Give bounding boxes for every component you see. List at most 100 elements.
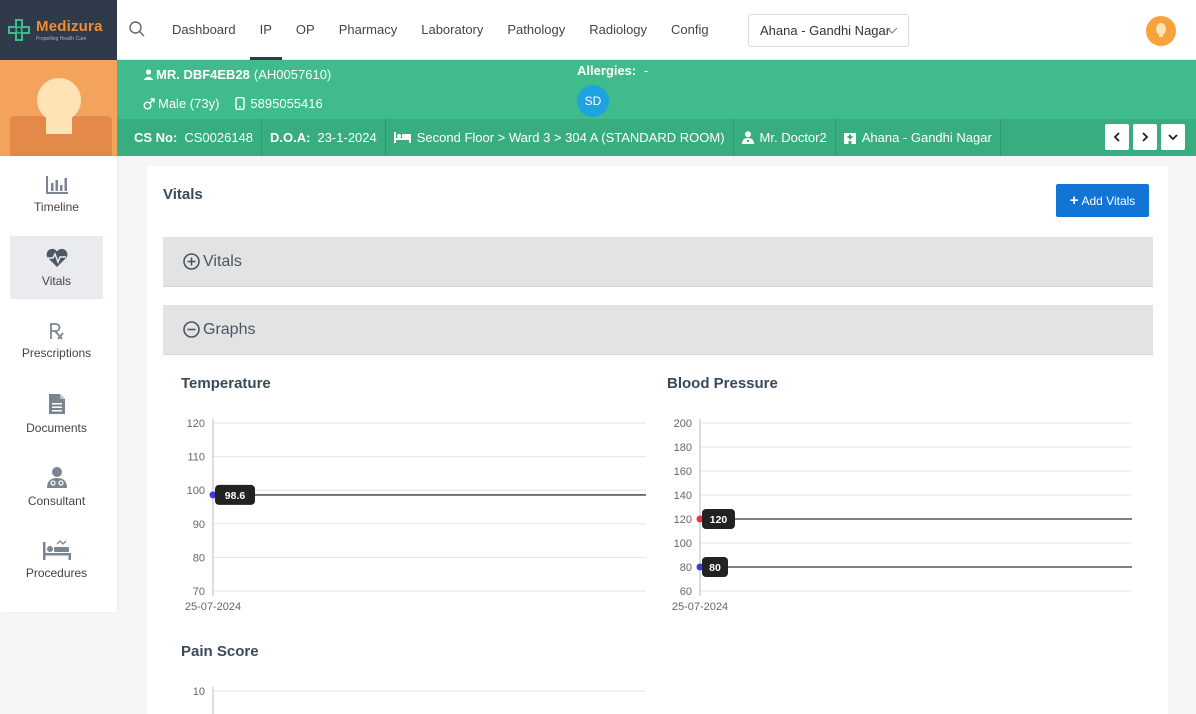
page-title: Vitals xyxy=(163,186,203,203)
add-vitals-button[interactable]: + Add Vitals xyxy=(1056,184,1149,217)
room-info: Second Floor > Ward 3 > 304 A (STANDARD … xyxy=(386,119,734,156)
nav-ip[interactable]: IP xyxy=(249,0,283,60)
chevron-left-icon xyxy=(1113,132,1120,142)
y-tick-label: 70 xyxy=(193,586,205,598)
patient-name-row: MR. DBF4EB28 (AH0057610) xyxy=(143,67,331,82)
x-tick-label: 25-07-2024 xyxy=(672,601,728,613)
plus-circle-icon xyxy=(183,253,200,270)
prev-patient-button[interactable] xyxy=(1105,124,1129,150)
sidebar-item-label: Vitals xyxy=(41,273,72,288)
y-tick-label: 90 xyxy=(193,519,205,531)
plus-icon: + xyxy=(1069,192,1079,209)
chevron-down-icon xyxy=(886,27,898,34)
sidebar-item-vitals[interactable]: Vitals xyxy=(10,236,103,299)
patient-banner: MR. DBF4EB28 (AH0057610) Male (73y) 5895… xyxy=(0,60,1196,156)
sidebar-item-label: Documents xyxy=(26,420,87,435)
patient-photo xyxy=(0,60,117,156)
chevron-right-icon xyxy=(1142,132,1149,142)
heartbeat-icon xyxy=(46,248,67,267)
add-vitals-label: Add Vitals xyxy=(1081,193,1136,208)
y-tick-label: 110 xyxy=(187,452,205,464)
doa: D.O.A: 23-1-2024 xyxy=(262,119,386,156)
room-value: Second Floor > Ward 3 > 304 A (STANDARD … xyxy=(416,130,725,145)
y-tick-label: 120 xyxy=(674,514,692,526)
patient-info-row: Male (73y) 5895055416 xyxy=(143,96,327,111)
y-tick-label: 200 xyxy=(674,418,692,430)
hospital-info: Ahana - Gandhi Nagar xyxy=(836,119,1001,156)
bar-chart-icon xyxy=(45,175,68,194)
nav-radiology[interactable]: Radiology xyxy=(579,0,657,60)
cs-no: CS No: CS0026148 xyxy=(117,119,263,156)
user-avatar[interactable] xyxy=(1146,16,1176,46)
logo-cross-icon xyxy=(8,19,30,41)
accordion-title: Vitals xyxy=(203,252,242,270)
y-tick-label: 80 xyxy=(193,552,205,564)
sidebar-item-label: Prescriptions xyxy=(21,345,92,360)
temperature-chart-title: Temperature xyxy=(181,375,271,392)
sidebar-item-timeline[interactable]: Timeline xyxy=(10,163,103,226)
nav-pathology[interactable]: Pathology xyxy=(497,0,575,60)
patient-gender-age: Male (73y) xyxy=(158,96,220,111)
y-tick-label: 100 xyxy=(674,538,692,550)
next-patient-button[interactable] xyxy=(1133,124,1157,150)
y-tick-label: 60 xyxy=(680,586,692,598)
patient-menu-button[interactable] xyxy=(1161,124,1185,150)
vitals-accordion[interactable]: Vitals xyxy=(163,237,1153,287)
sidebar-item-consultant[interactable]: Consultant xyxy=(10,455,103,518)
y-tick-label: 160 xyxy=(674,466,692,478)
sidebar-item-documents[interactable]: Documents xyxy=(10,382,103,445)
nav-op[interactable]: OP xyxy=(286,0,325,60)
accordion-title: Graphs xyxy=(203,320,256,338)
prescription-icon xyxy=(49,322,64,340)
patient-sidebar: Timeline Vitals Prescriptions Documents xyxy=(0,156,117,612)
nav-pharmacy[interactable]: Pharmacy xyxy=(329,0,408,60)
bed-icon xyxy=(393,132,411,143)
doctor-icon xyxy=(741,131,754,144)
y-tick-label: 180 xyxy=(674,442,692,454)
allergies-value: - xyxy=(643,63,649,78)
search-icon[interactable] xyxy=(128,20,146,38)
doctor-initials-badge[interactable]: SD xyxy=(577,85,609,117)
app-tagline: Propelling Health Care xyxy=(36,36,87,42)
doctor-info: Mr. Doctor2 xyxy=(734,119,836,156)
data-label: 120 xyxy=(710,514,728,526)
data-label: 98.6 xyxy=(225,490,246,502)
graphs-accordion[interactable]: Graphs xyxy=(163,305,1153,355)
y-tick-label: 100 xyxy=(187,485,205,497)
pain-score-chart: 10 xyxy=(193,686,646,714)
sidebar-item-label: Procedures xyxy=(25,565,88,580)
x-tick-label: 25-07-2024 xyxy=(185,601,241,613)
sidebar-item-label: Timeline xyxy=(34,199,79,214)
app-logo[interactable]: Medizura Propelling Health Care xyxy=(0,0,117,60)
y-tick-label: 120 xyxy=(187,418,205,430)
procedure-bed-icon xyxy=(42,539,71,560)
allergies: Allergies: - xyxy=(577,63,648,78)
phone-icon xyxy=(235,97,246,110)
data-label: 80 xyxy=(709,562,721,574)
doa-label: D.O.A: xyxy=(270,130,311,145)
main-nav: Dashboard IP OP Pharmacy Laboratory Path… xyxy=(160,0,721,60)
patient-name: MR. DBF4EB28 xyxy=(156,67,250,82)
patient-phone: 5895055416 xyxy=(250,96,323,111)
nav-laboratory[interactable]: Laboratory xyxy=(411,0,493,60)
document-icon xyxy=(48,393,65,414)
top-navbar: Medizura Propelling Health Care Dashboar… xyxy=(0,0,1196,60)
admission-info-bar: CS No: CS0026148 D.O.A: 23-1-2024 Second… xyxy=(117,119,1196,156)
nav-config[interactable]: Config xyxy=(661,0,719,60)
doctor-value: Mr. Doctor2 xyxy=(759,130,827,145)
allergies-label: Allergies: xyxy=(577,63,637,78)
nav-dashboard[interactable]: Dashboard xyxy=(162,0,246,60)
y-tick-label: 80 xyxy=(680,562,692,574)
pain-chart-title: Pain Score xyxy=(181,643,259,660)
bp-chart-title: Blood Pressure xyxy=(667,375,778,392)
minus-circle-icon xyxy=(183,321,200,338)
sidebar-item-procedures[interactable]: Procedures xyxy=(10,528,103,591)
branch-select[interactable]: Ahana - Gandhi Nagar xyxy=(748,14,909,47)
male-icon xyxy=(143,97,155,109)
branch-select-value: Ahana - Gandhi Nagar xyxy=(760,23,891,38)
sidebar-item-prescriptions[interactable]: Prescriptions xyxy=(10,309,103,372)
temperature-chart: 70 80 90 100 110 120 25-07-2024 98.6 xyxy=(185,418,646,613)
sidebar-item-label: Consultant xyxy=(27,493,86,508)
y-tick-label: 140 xyxy=(674,490,692,502)
user-avatar-icon xyxy=(1156,23,1166,37)
